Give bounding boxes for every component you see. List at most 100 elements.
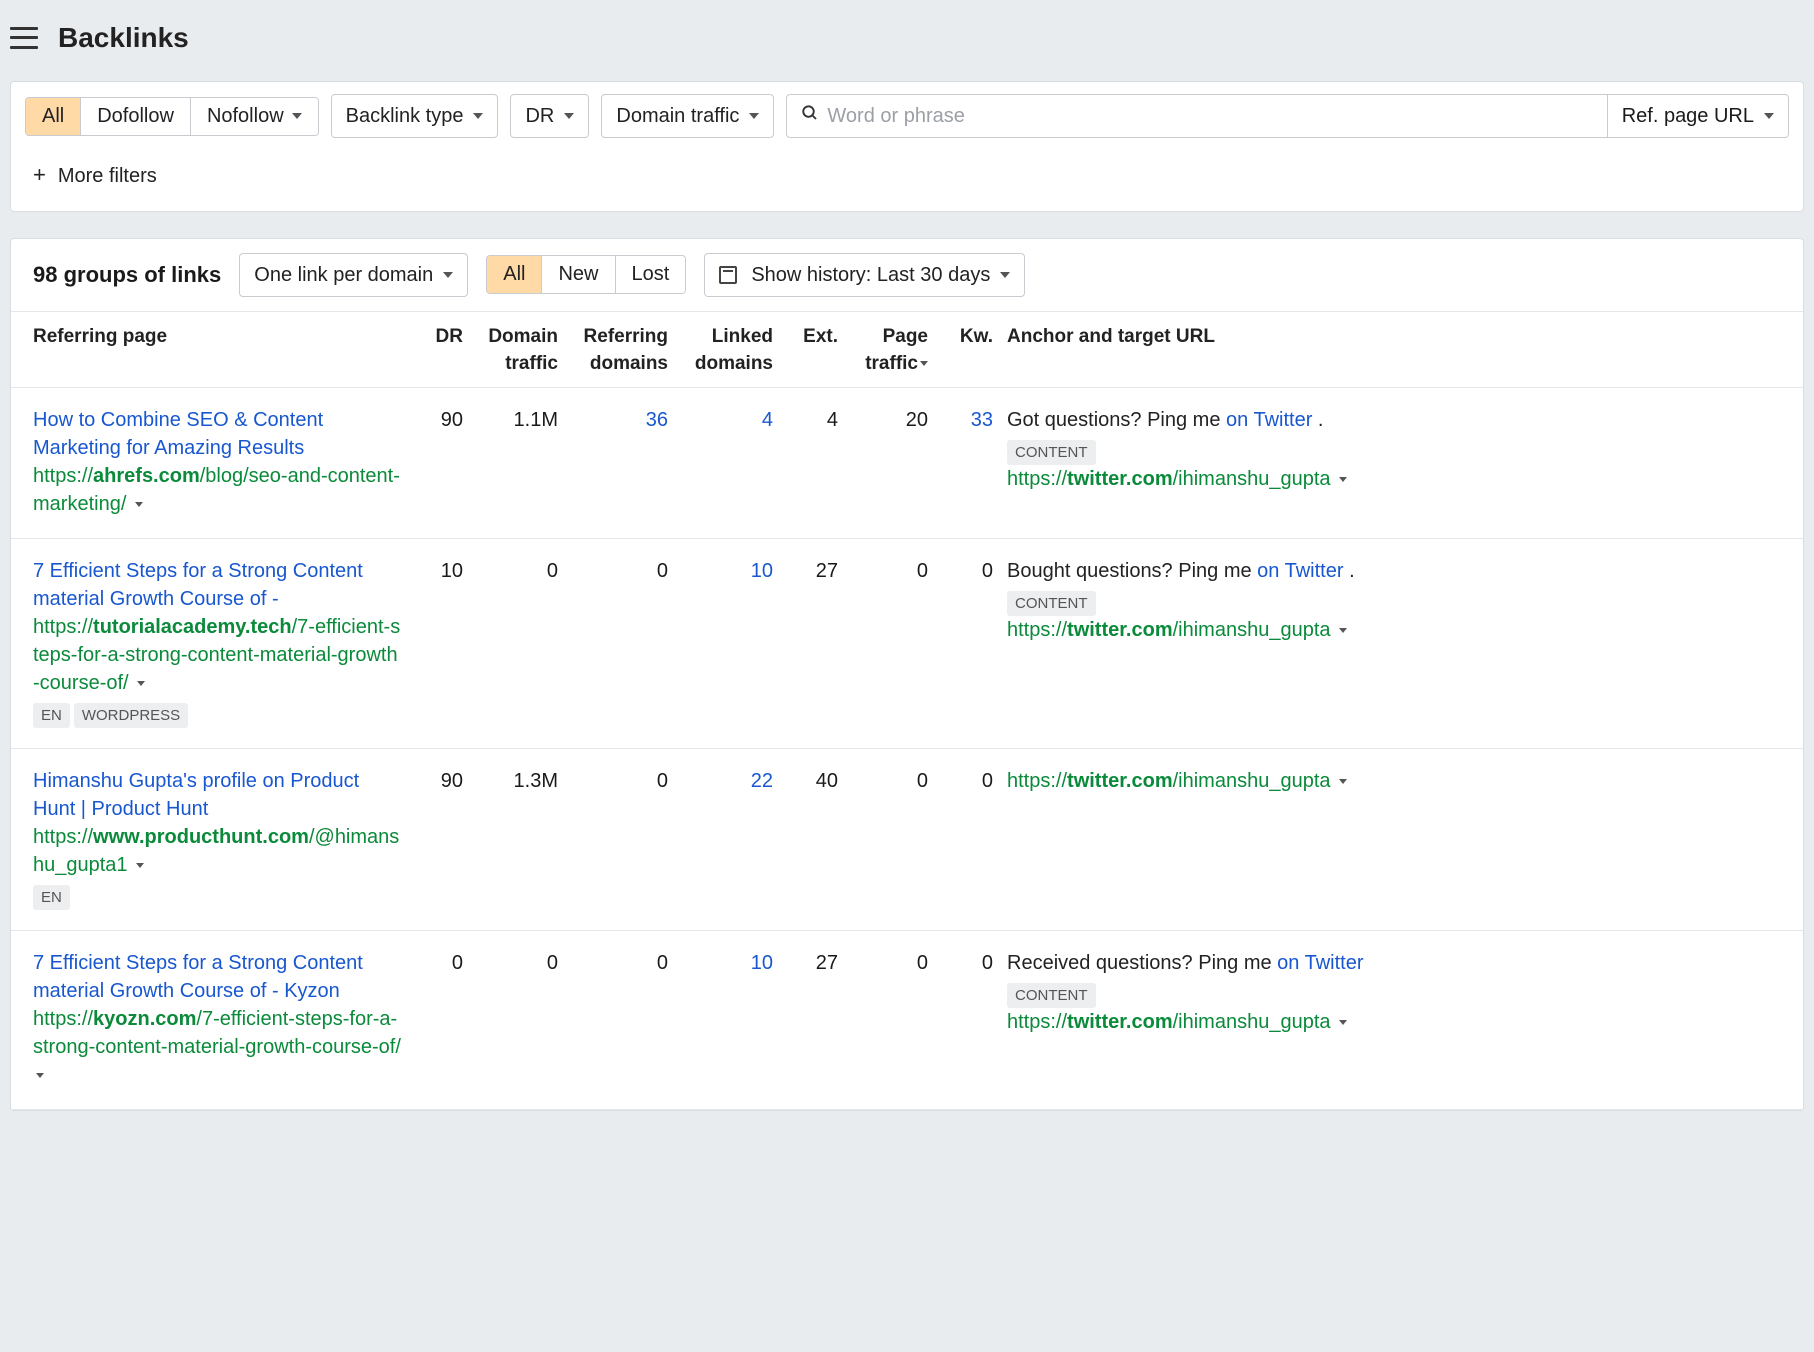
- status-filter-group: All New Lost: [486, 255, 686, 294]
- anchor-type-badge: CONTENT: [1007, 591, 1096, 616]
- history-dropdown[interactable]: Show history: Last 30 days: [704, 253, 1025, 297]
- table-header: Referring page DR Domain traffic Referri…: [11, 311, 1803, 388]
- tag-badge: WORDPRESS: [74, 703, 188, 728]
- col-domain-traffic[interactable]: Domain traffic: [463, 324, 558, 377]
- target-url[interactable]: https://twitter.com/ihimanshu_gupta: [1007, 767, 1781, 795]
- ext-value: 27: [773, 949, 838, 977]
- follow-tab-dofollow[interactable]: Dofollow: [81, 98, 191, 135]
- referring-page-title[interactable]: Himanshu Gupta's profile on Product Hunt…: [33, 767, 403, 823]
- ref-page-url-label: Ref. page URL: [1622, 102, 1754, 130]
- referring-page-cell: How to Combine SEO & Content Marketing f…: [33, 406, 403, 518]
- more-filters-button[interactable]: + More filters: [25, 156, 165, 195]
- follow-tab-all[interactable]: All: [26, 98, 81, 135]
- referring-page-url[interactable]: https://tutorialacademy.tech/7-efficient…: [33, 613, 403, 697]
- referring-page-url[interactable]: https://ahrefs.com/blog/seo-and-content-…: [33, 462, 403, 518]
- referring-page-title[interactable]: How to Combine SEO & Content Marketing f…: [33, 406, 403, 462]
- anchor-cell: https://twitter.com/ihimanshu_gupta: [993, 767, 1781, 795]
- follow-tab-nofollow-label: Nofollow: [207, 105, 284, 128]
- follow-tab-nofollow[interactable]: Nofollow: [191, 98, 318, 135]
- status-tab-new[interactable]: New: [542, 256, 615, 293]
- more-filters-label: More filters: [58, 162, 157, 190]
- referring-page-title[interactable]: 7 Efficient Steps for a Strong Content m…: [33, 949, 403, 1005]
- filters-panel: All Dofollow Nofollow Backlink type DR D…: [10, 81, 1804, 212]
- results-panel: 98 groups of links One link per domain A…: [10, 238, 1804, 1111]
- chevron-down-icon: [1339, 1020, 1347, 1025]
- referring-page-url[interactable]: https://kyozn.com/7-efficient-steps-for-…: [33, 1005, 403, 1089]
- page-traffic-value: 0: [838, 557, 928, 585]
- tag-badge: EN: [33, 703, 70, 728]
- anchor-link[interactable]: on Twitter: [1277, 952, 1363, 974]
- linked-domains-value[interactable]: 22: [668, 767, 773, 795]
- link-mode-dropdown[interactable]: One link per domain: [239, 253, 468, 297]
- col-ext[interactable]: Ext.: [773, 324, 838, 377]
- referring-page-title[interactable]: 7 Efficient Steps for a Strong Content m…: [33, 557, 403, 613]
- target-url[interactable]: https://twitter.com/ihimanshu_gupta: [1007, 465, 1781, 493]
- chevron-down-icon: [749, 113, 759, 119]
- referring-page-cell: Himanshu Gupta's profile on Product Hunt…: [33, 767, 403, 910]
- anchor-text: Got questions? Ping me on Twitter .: [1007, 406, 1781, 434]
- referring-page-url[interactable]: https://www.producthunt.com/@himanshu_gu…: [33, 823, 403, 879]
- plus-icon: +: [33, 160, 46, 191]
- page-traffic-value: 20: [838, 406, 928, 434]
- groups-count: 98 groups of links: [33, 260, 221, 291]
- table-row: Himanshu Gupta's profile on Product Hunt…: [11, 749, 1803, 931]
- chevron-down-icon: [1339, 477, 1347, 482]
- chevron-down-icon: [36, 1073, 44, 1078]
- referring-domains-value: 0: [558, 949, 668, 977]
- backlink-type-label: Backlink type: [346, 102, 464, 130]
- status-tab-lost[interactable]: Lost: [616, 256, 686, 293]
- domain-traffic-value: 0: [463, 557, 558, 585]
- ext-value: 27: [773, 557, 838, 585]
- kw-value[interactable]: 33: [928, 406, 993, 434]
- domain-traffic-label: Domain traffic: [616, 102, 739, 130]
- ext-value: 40: [773, 767, 838, 795]
- link-mode-label: One link per domain: [254, 261, 433, 289]
- anchor-cell: Bought questions? Ping me on Twitter . CO…: [993, 557, 1781, 644]
- target-url[interactable]: https://twitter.com/ihimanshu_gupta: [1007, 616, 1781, 644]
- referring-domains-value: 0: [558, 767, 668, 795]
- anchor-type-badge: CONTENT: [1007, 440, 1096, 465]
- anchor-cell: Got questions? Ping me on Twitter . CONTE…: [993, 406, 1781, 493]
- chevron-down-icon: [1339, 779, 1347, 784]
- dr-dropdown[interactable]: DR: [510, 94, 589, 138]
- anchor-text: Bought questions? Ping me on Twitter .: [1007, 557, 1781, 585]
- linked-domains-value[interactable]: 10: [668, 557, 773, 585]
- table-row: 7 Efficient Steps for a Strong Content m…: [11, 931, 1803, 1110]
- tag-badge: EN: [33, 885, 70, 910]
- chevron-down-icon: [1339, 628, 1347, 633]
- menu-icon[interactable]: [10, 27, 38, 49]
- linked-domains-value[interactable]: 4: [668, 406, 773, 434]
- search-input[interactable]: [827, 98, 1606, 135]
- chevron-down-icon: [135, 502, 143, 507]
- table-row: How to Combine SEO & Content Marketing f…: [11, 388, 1803, 539]
- col-kw[interactable]: Kw.: [928, 324, 993, 377]
- col-referring-page[interactable]: Referring page: [33, 324, 403, 377]
- kw-value: 0: [928, 557, 993, 585]
- referring-domains-value[interactable]: 36: [558, 406, 668, 434]
- linked-domains-value[interactable]: 10: [668, 949, 773, 977]
- chevron-down-icon: [292, 113, 302, 119]
- anchor-type-badge: CONTENT: [1007, 983, 1096, 1008]
- status-tab-all[interactable]: All: [487, 256, 542, 293]
- col-dr[interactable]: DR: [403, 324, 463, 377]
- chevron-down-icon: [136, 863, 144, 868]
- dr-value: 10: [403, 557, 463, 585]
- anchor-text: Received questions? Ping me on Twitter: [1007, 949, 1781, 977]
- anchor-link[interactable]: on Twitter: [1257, 560, 1343, 582]
- domain-traffic-value: 1.1M: [463, 406, 558, 434]
- ref-page-url-dropdown[interactable]: Ref. page URL: [1607, 95, 1788, 137]
- chevron-down-icon: [1000, 272, 1010, 278]
- search-icon: [787, 95, 827, 137]
- search-box: Ref. page URL: [786, 94, 1789, 138]
- col-anchor[interactable]: Anchor and target URL: [993, 324, 1781, 377]
- referring-page-cell: 7 Efficient Steps for a Strong Content m…: [33, 557, 403, 728]
- backlink-type-dropdown[interactable]: Backlink type: [331, 94, 499, 138]
- col-linked-domains[interactable]: Linked domains: [668, 324, 773, 377]
- chevron-down-icon: [473, 113, 483, 119]
- anchor-link[interactable]: on Twitter: [1226, 409, 1312, 431]
- col-page-traffic[interactable]: Page traffic: [838, 324, 928, 377]
- dr-label: DR: [525, 102, 554, 130]
- target-url[interactable]: https://twitter.com/ihimanshu_gupta: [1007, 1008, 1781, 1036]
- col-referring-domains[interactable]: Referring domains: [558, 324, 668, 377]
- domain-traffic-dropdown[interactable]: Domain traffic: [601, 94, 774, 138]
